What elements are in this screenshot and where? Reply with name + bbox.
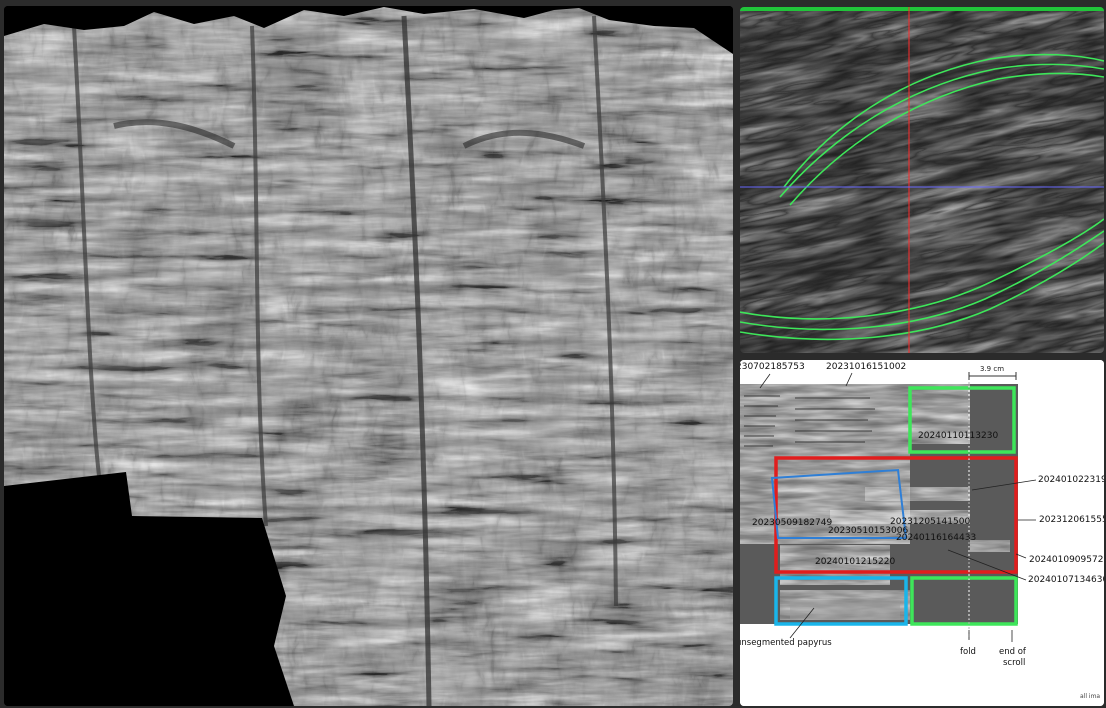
end-of-scroll-label-1: end of [999,647,1027,657]
scale-label: 3.9 cm [980,365,1004,373]
segment-id-mid-left: 20230509182749 [752,518,832,528]
segment-id-top-mid: 20231016151002 [826,362,906,372]
segment-map-panel[interactable]: 3.9 cm 230702185753 20231016151002 20240… [740,360,1104,706]
surface-render-image [4,6,733,706]
end-of-scroll-label-2: scroll [1003,658,1025,668]
surface-render-panel[interactable] [4,6,733,706]
segment-id-bottom-left: 20240101215220 [815,557,895,567]
segment-id-mid-center-3: 20240116164433 [896,533,976,543]
ct-slice-panel[interactable] [740,7,1104,353]
segment-id-top-left: 230702185753 [740,362,805,372]
segment-id-right-2: 20231206155550 [1039,515,1104,525]
segment-id-top-right: 20240110113230 [918,431,998,441]
corner-caption: all ima [1080,693,1100,700]
unsegmented-papyrus-label: unsegmented papyrus [740,638,832,648]
ct-slice-image [740,7,1104,353]
segment-id-right-4: 20240107134630 [1028,575,1104,585]
segment-map-diagram: 3.9 cm 230702185753 20231016151002 20240… [740,360,1104,706]
active-view-indicator [740,7,1104,11]
segment-id-right-1: 20240102231959 [1038,475,1104,485]
fold-label: fold [960,647,976,657]
segment-id-right-3: 20240109095720 [1029,555,1104,565]
